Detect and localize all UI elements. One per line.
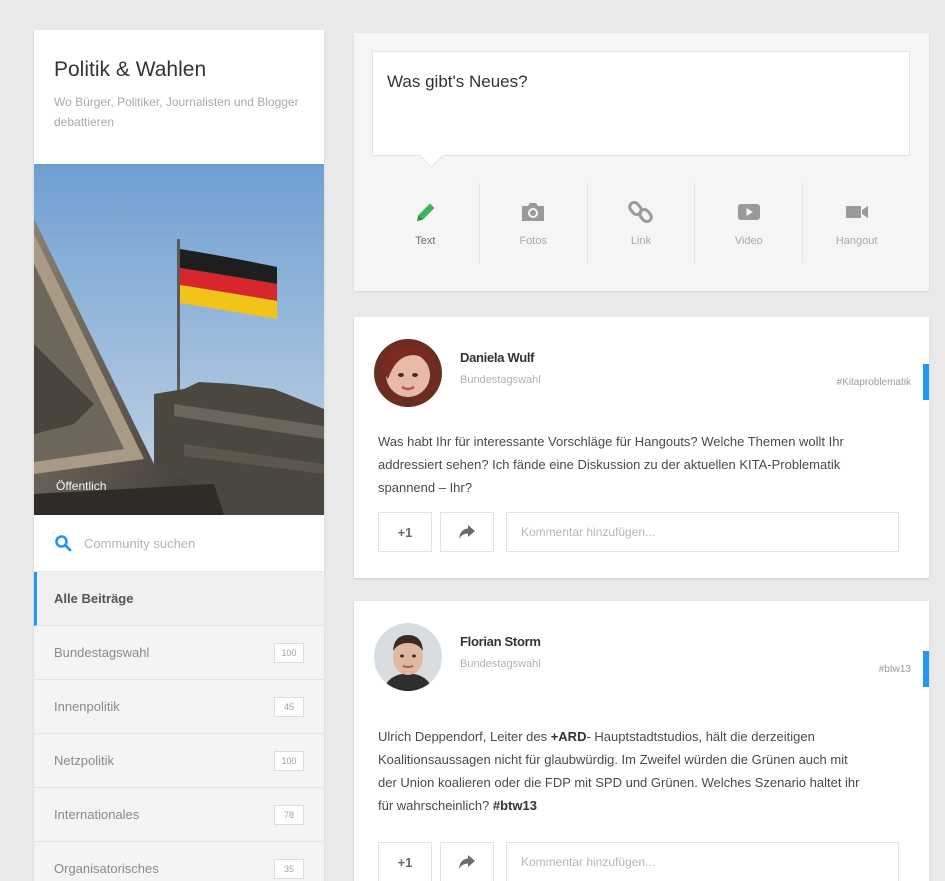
nav-item-alle-beitraege[interactable]: Alle Beiträge [34, 572, 324, 626]
share-button[interactable] [440, 842, 494, 881]
nav-item-label: Organisatorisches [54, 861, 159, 876]
community-description: Wo Bürger, Politiker, Journalisten und B… [54, 95, 299, 129]
post-body: Ulrich Deppendorf, Leiter des +ARD- Haup… [378, 725, 869, 817]
nav-item-innenpolitik[interactable]: Innenpolitik 45 [34, 680, 324, 734]
plus-one-button[interactable]: +1 [378, 512, 432, 552]
avatar-portrait [374, 623, 442, 691]
play-icon [737, 204, 760, 220]
nav-item-label: Netzpolitik [54, 753, 114, 768]
nav-item-label: Innenpolitik [54, 699, 120, 714]
community-cover-image: Öffentlich [34, 164, 324, 515]
post-hashtag[interactable]: #Kitaproblematik [825, 364, 929, 400]
post-hashtag-link[interactable]: #btw13 [493, 798, 537, 813]
link-icon [628, 200, 653, 224]
post-author[interactable]: Daniela Wulf [460, 350, 534, 365]
composer-hangout-button[interactable]: Hangout [803, 183, 910, 263]
nav-item-count: 45 [274, 696, 304, 717]
composer-input[interactable]: Was gibt's Neues? [372, 51, 910, 156]
community-search[interactable] [34, 515, 324, 572]
plus-one-button[interactable]: +1 [378, 842, 432, 881]
post-body: Was habt Ihr für interessante Vorschläge… [378, 434, 844, 495]
community-header: Politik & Wahlen Wo Bürger, Politiker, J… [34, 30, 324, 164]
composer-photos-button[interactable]: Fotos [480, 183, 588, 263]
nav-item-count: 78 [274, 804, 304, 825]
composer-video-button[interactable]: Video [695, 183, 804, 263]
nav-item-label: Internationales [54, 807, 140, 822]
avatar[interactable] [374, 339, 442, 407]
nav-item-count: 100 [274, 750, 304, 771]
composer-action-label: Hangout [835, 235, 878, 247]
video-camera-icon [845, 206, 868, 218]
reichstag-flag-illustration [34, 164, 324, 515]
avatar[interactable] [374, 623, 442, 691]
community-title: Politik & Wahlen [54, 58, 207, 81]
post-actions: +1 Kommentar hinzufügen... [378, 512, 899, 552]
post-actions: +1 Kommentar hinzufügen... [378, 842, 899, 881]
composer-action-label: Link [630, 235, 652, 247]
composer-action-label: Fotos [519, 235, 547, 247]
avatar-portrait [374, 339, 442, 407]
share-arrow-icon [459, 525, 475, 539]
community-sidebar: Politik & Wahlen Wo Bürger, Politiker, J… [34, 30, 324, 881]
composer-action-label: Text [415, 235, 436, 247]
post-composer: Was gibt's Neues? Text Fotos Link Video … [354, 33, 929, 291]
community-search-input[interactable] [84, 535, 284, 551]
post-category[interactable]: Bundestagswahl [460, 658, 541, 670]
post-category[interactable]: Bundestagswahl [460, 374, 541, 386]
nav-item-bundestagswahl[interactable]: Bundestagswahl 100 [34, 626, 324, 680]
share-button[interactable] [440, 512, 494, 552]
nav-item-netzpolitik[interactable]: Netzpolitik 100 [34, 734, 324, 788]
nav-item-internationales[interactable]: Internationales 78 [34, 788, 324, 842]
share-arrow-icon [459, 855, 475, 869]
post-mention-link[interactable]: +ARD [551, 729, 587, 744]
composer-text-button[interactable]: Text [372, 183, 480, 263]
post-hashtag[interactable]: #btw13 [867, 651, 929, 687]
visibility-label: Öffentlich [56, 479, 107, 493]
post-text: Ulrich Deppendorf, Leiter des [378, 729, 551, 744]
nav-item-organisatorisches[interactable]: Organisatorisches 35 [34, 842, 324, 881]
comment-input[interactable]: Kommentar hinzufügen... [506, 842, 899, 881]
comment-input[interactable]: Kommentar hinzufügen... [506, 512, 899, 552]
composer-link-button[interactable]: Link [588, 183, 696, 263]
search-icon [55, 535, 72, 552]
camera-icon [522, 203, 545, 221]
nav-item-label: Alle Beiträge [54, 591, 134, 606]
post-author[interactable]: Florian Storm [460, 634, 541, 649]
nav-item-count: 100 [274, 642, 304, 663]
composer-action-label: Video [734, 235, 763, 247]
nav-item-count: 35 [274, 858, 304, 879]
composer-actions: Text Fotos Link Video Hangout [372, 183, 910, 263]
pencil-icon [417, 203, 435, 221]
nav-item-label: Bundestagswahl [54, 645, 150, 660]
post-card: Daniela Wulf Bundestagswahl #Kitaproblem… [354, 317, 929, 578]
post-card: Florian Storm Bundestagswahl #btw13 Ulri… [354, 601, 929, 881]
